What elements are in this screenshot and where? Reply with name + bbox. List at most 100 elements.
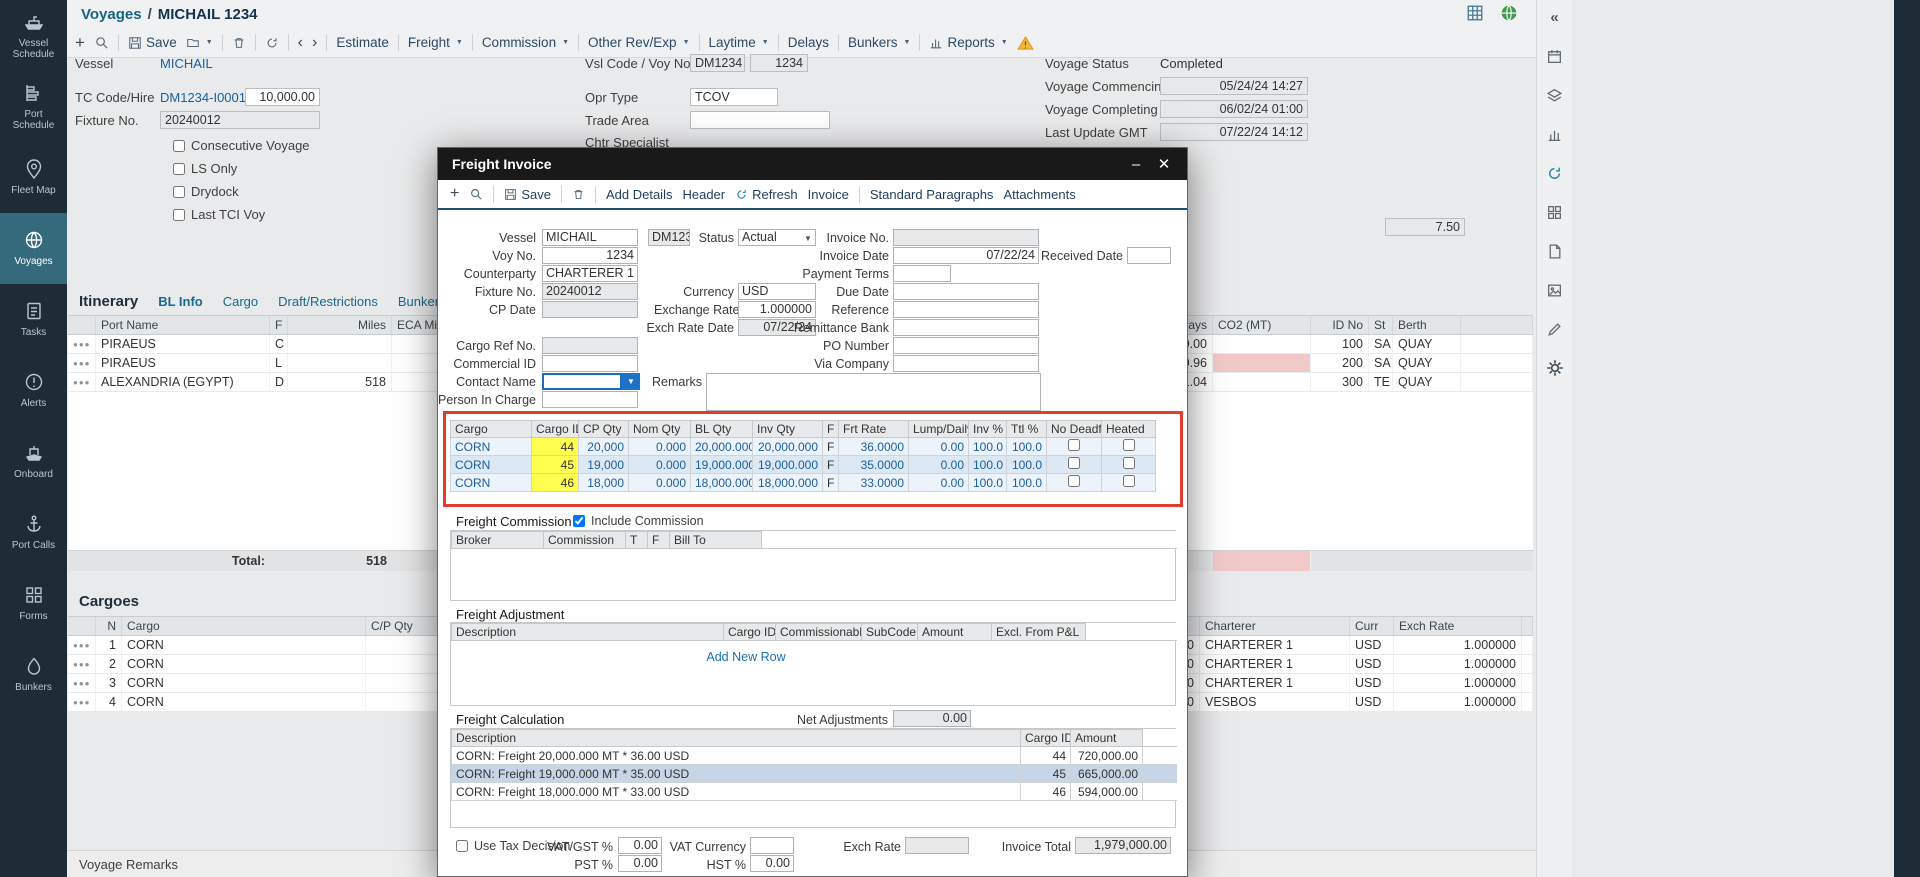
refresh-button[interactable] xyxy=(265,36,279,50)
sidebar-item-voyages[interactable]: Voyages xyxy=(0,213,67,284)
globe-icon[interactable] xyxy=(1500,4,1518,22)
estimate-button[interactable]: Estimate xyxy=(336,35,389,50)
breadcrumb-voyages-link[interactable]: Voyages xyxy=(81,6,142,23)
voy-no-field[interactable]: 1234 xyxy=(750,54,808,72)
edit-icon[interactable] xyxy=(1542,316,1568,342)
dialog-titlebar[interactable]: Freight Invoice – ✕ xyxy=(438,148,1187,180)
invoice-total-field[interactable]: 1,979,000.00 xyxy=(1075,837,1171,854)
row-menu-icon[interactable]: ●●● xyxy=(73,660,91,669)
payment-terms-field[interactable] xyxy=(893,265,951,282)
other-rev-exp-menu[interactable]: Other Rev/Exp▼ xyxy=(588,35,689,50)
vat-currency-field[interactable] xyxy=(750,837,794,854)
attachments-button[interactable]: Attachments xyxy=(1003,187,1075,202)
sidebar-item-port-schedule[interactable]: Port Schedule xyxy=(0,71,67,142)
row-menu-icon[interactable]: ●●● xyxy=(73,641,91,650)
include-commission-checkbox[interactable]: Include Commission xyxy=(573,514,704,528)
save-button[interactable]: Save xyxy=(128,35,177,50)
contact-name-combo[interactable] xyxy=(542,373,622,390)
sidebar-item-port-calls[interactable]: Port Calls xyxy=(0,497,67,568)
reports-menu[interactable]: Reports▼ xyxy=(929,35,1007,50)
sidebar-item-alerts[interactable]: Alerts xyxy=(0,355,67,426)
cp-date-field[interactable] xyxy=(542,301,638,318)
opr-type-field[interactable]: TCOV xyxy=(690,88,778,106)
delays-button[interactable]: Delays xyxy=(788,35,829,50)
header-button[interactable]: Header xyxy=(682,187,725,202)
tab-bl-info[interactable]: BL Info xyxy=(158,294,203,309)
port-name-cell[interactable]: PIRAEUS xyxy=(96,335,270,353)
prev-button[interactable]: ‹ xyxy=(298,34,303,52)
row-menu-icon[interactable]: ●●● xyxy=(73,698,91,707)
last-update-gmt-field[interactable]: 07/22/24 14:12 xyxy=(1160,123,1308,141)
pst-field[interactable]: 0.00 xyxy=(618,855,662,872)
daily-value-field[interactable]: 7.50 xyxy=(1385,218,1465,236)
add-row-button[interactable]: + xyxy=(450,185,459,203)
standard-paragraphs-button[interactable]: Standard Paragraphs xyxy=(870,187,994,202)
sidebar-item-fleet-map[interactable]: Fleet Map xyxy=(0,142,67,213)
save-button[interactable]: Save xyxy=(504,187,551,202)
close-icon[interactable]: ✕ xyxy=(1153,154,1175,174)
calc-row[interactable]: CORN: Freight 18,000.000 MT * 33.00 USD … xyxy=(452,783,1178,801)
layers-icon[interactable] xyxy=(1542,82,1568,108)
commission-menu[interactable]: Commission▼ xyxy=(482,35,569,50)
ls-only-checkbox[interactable]: LS Only xyxy=(173,161,237,176)
cargo-invoice-row[interactable]: CORN 45 19,000 0.000 19,000.000 19,000.0… xyxy=(451,456,1156,474)
search-icon[interactable] xyxy=(469,187,483,201)
no-deadfrt-checkbox[interactable] xyxy=(1068,439,1080,451)
sidebar-item-forms[interactable]: Forms xyxy=(0,568,67,639)
no-deadfrt-checkbox[interactable] xyxy=(1068,475,1080,487)
tab-cargo[interactable]: Cargo xyxy=(223,294,258,309)
po-number-field[interactable] xyxy=(893,337,1039,354)
hst-field[interactable]: 0.00 xyxy=(750,855,794,872)
net-adjustments-field[interactable]: 0.00 xyxy=(893,710,971,727)
chart-icon[interactable] xyxy=(1542,121,1568,147)
row-menu-icon[interactable]: ●●● xyxy=(73,340,91,349)
last-tci-voy-checkbox[interactable]: Last TCI Voy xyxy=(173,207,265,222)
commercial-id-field[interactable] xyxy=(542,355,638,372)
cargo-invoice-row[interactable]: CORN 44 20,000 0.000 20,000.000 20,000.0… xyxy=(451,438,1156,456)
warning-icon[interactable] xyxy=(1017,35,1034,51)
cargo-id-cell[interactable]: 44 xyxy=(532,438,579,456)
reference-field[interactable] xyxy=(893,301,1039,318)
next-button[interactable]: › xyxy=(312,34,317,52)
collapse-panel-icon[interactable]: « xyxy=(1542,4,1568,30)
grid-icon[interactable] xyxy=(1542,199,1568,225)
co2-cell-error[interactable] xyxy=(1213,354,1311,372)
drydock-checkbox[interactable]: Drydock xyxy=(173,184,239,199)
heated-checkbox[interactable] xyxy=(1123,457,1135,469)
consecutive-voyage-checkbox[interactable]: Consecutive Voyage xyxy=(173,138,310,153)
co2-cell[interactable] xyxy=(1213,373,1311,391)
sidebar-item-onboard[interactable]: Onboard xyxy=(0,426,67,497)
row-menu-icon[interactable]: ●●● xyxy=(73,359,91,368)
cargo-invoice-row[interactable]: CORN 46 18,000 0.000 18,000.000 18,000.0… xyxy=(451,474,1156,492)
voyage-commencing-field[interactable]: 05/24/24 14:27 xyxy=(1160,77,1308,95)
cargo-id-cell[interactable]: 45 xyxy=(532,456,579,474)
remittance-bank-field[interactable] xyxy=(893,319,1039,336)
vsl-code-field[interactable]: DM1234 xyxy=(690,54,745,72)
tab-draft-restrictions[interactable]: Draft/Restrictions xyxy=(278,294,378,309)
heated-checkbox[interactable] xyxy=(1123,439,1135,451)
person-in-charge-field[interactable] xyxy=(542,391,638,408)
trade-area-field[interactable] xyxy=(690,111,830,129)
copy-menu-button[interactable]: ▼ xyxy=(186,36,213,50)
received-date-field[interactable] xyxy=(1127,247,1171,264)
counterparty-field[interactable]: CHARTERER 1 xyxy=(542,265,638,282)
cargo-cell[interactable]: CORN xyxy=(451,438,532,456)
add-new-row-link[interactable]: Add New Row xyxy=(706,650,785,664)
voy-no-field[interactable]: 1234 xyxy=(542,247,638,264)
bunkers-menu[interactable]: Bunkers▼ xyxy=(848,35,910,50)
add-button[interactable]: + xyxy=(75,33,85,53)
sync-icon[interactable] xyxy=(1542,160,1568,186)
cargo-cell[interactable]: CORN xyxy=(451,456,532,474)
vessel-value[interactable]: MICHAIL xyxy=(160,56,213,71)
port-name-cell[interactable]: ALEXANDRIA (EGYPT) xyxy=(96,373,270,391)
cargo-ref-no-field[interactable] xyxy=(542,337,638,354)
sidebar-item-tasks[interactable]: Tasks xyxy=(0,284,67,355)
sidebar-item-bunkers[interactable]: Bunkers xyxy=(0,639,67,710)
fixture-no-field[interactable]: 20240012 xyxy=(160,111,320,129)
cargo-id-cell[interactable]: 46 xyxy=(532,474,579,492)
invoice-button[interactable]: Invoice xyxy=(808,187,849,202)
hire-rate-field[interactable]: 10,000.00 xyxy=(245,88,320,106)
delete-button[interactable] xyxy=(572,188,585,201)
fixture-no-field[interactable]: 20240012 xyxy=(542,283,638,300)
freight-menu[interactable]: Freight▼ xyxy=(408,35,463,50)
